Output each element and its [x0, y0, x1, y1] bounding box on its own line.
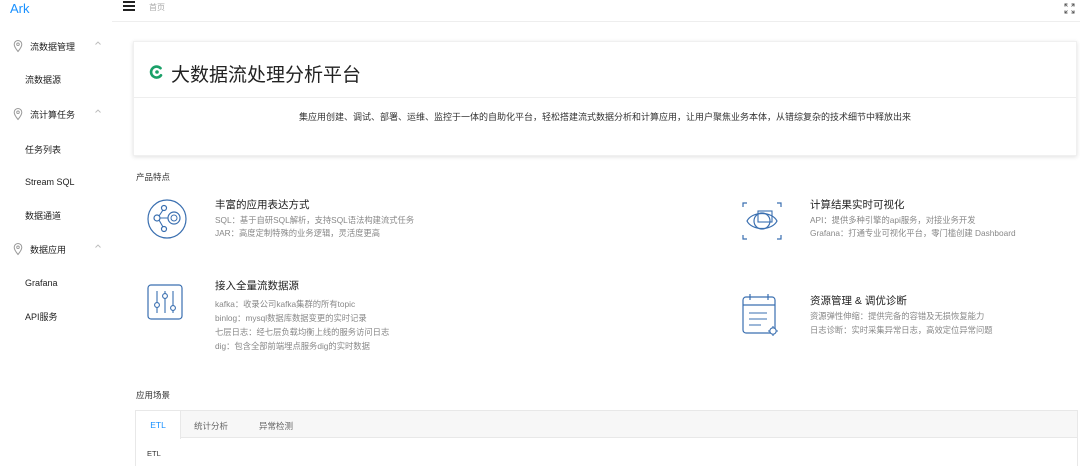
scenes-section-title: 应用场景: [136, 390, 171, 400]
location-pin-icon: [13, 242, 23, 256]
sidebar-item-api-service[interactable]: API服务: [0, 307, 112, 325]
hero-description: 集应用创建、调试、部署、运维、监控于一体的自助化平台，轻松搭建流式数据分析和计算…: [298, 112, 911, 122]
feature-line: dig：包含全部前端埋点服务dig的实时数据: [215, 341, 370, 351]
feature-resource-management: 资源管理 & 调优诊断 资源弹性伸缩：提供完备的容错及无损恢复能力 日志诊断：实…: [740, 293, 1070, 343]
calendar-gear-icon: [742, 294, 778, 336]
tab-anomaly-detection[interactable]: 异常检测: [241, 411, 311, 438]
brand-logo-icon: [149, 65, 163, 79]
feature-line: 七层日志：经七层负载均衡上线的服务访问日志: [215, 327, 390, 337]
fullscreen-icon[interactable]: [1064, 3, 1075, 14]
sidebar-group-label: 流计算任务: [30, 110, 76, 120]
sidebar-group-stream-compute[interactable]: 流计算任务: [0, 104, 112, 124]
page-title: 大数据流处理分析平台: [171, 65, 362, 86]
sidebar-group-label: 流数据管理: [30, 42, 76, 52]
sidebar-item-grafana[interactable]: Grafana: [0, 275, 112, 293]
sidebar-item-task-list[interactable]: 任务列表: [0, 140, 112, 158]
feature-title: 接入全量流数据源: [215, 280, 299, 292]
feature-data-sources: 接入全量流数据源 kafka：收录公司kafka集群的所有topic binlo…: [145, 278, 505, 358]
feature-line: kafka：收录公司kafka集群的所有topic: [215, 299, 356, 309]
feature-line: Grafana：打通专业可视化平台，零门槛创建 Dashboard: [810, 228, 1016, 238]
app-logo[interactable]: Ark: [10, 1, 30, 16]
feature-title: 资源管理 & 调优诊断: [810, 295, 907, 307]
feature-line: JAR：高度定制特殊的业务逻辑，灵活度更高: [215, 228, 381, 238]
feature-line: API：提供多种引擎的api服务，对接业务开发: [810, 215, 976, 225]
chevron-up-icon: [95, 41, 101, 45]
feature-line: 日志诊断：实时采集异常日志，高效定位异常问题: [810, 325, 993, 335]
sidebar-group-label: 数据应用: [30, 245, 67, 255]
breadcrumb[interactable]: 首页: [149, 2, 165, 13]
feature-line: SQL：基于自研SQL解析，支持SQL语法构建流式任务: [215, 215, 415, 225]
location-pin-icon: [13, 107, 23, 121]
sidebar-item-stream-source[interactable]: 流数据源: [0, 70, 112, 88]
location-pin-icon: [13, 39, 23, 53]
features-section-title: 产品特点: [136, 172, 171, 182]
tab-content: ETL: [147, 449, 161, 458]
tab-statistics[interactable]: 统计分析: [181, 411, 241, 438]
top-header: 首页: [112, 0, 1080, 22]
feature-realtime-visualization: 计算结果实时可视化 API：提供多种引擎的api服务，对接业务开发 Grafan…: [740, 197, 1070, 247]
hero-header: 大数据流处理分析平台: [134, 42, 1076, 98]
sidebar-group-data-app[interactable]: 数据应用: [0, 239, 112, 259]
visualization-icon: [742, 202, 782, 240]
share-nodes-icon: [147, 199, 187, 239]
sidebar-group-stream-data[interactable]: 流数据管理: [0, 36, 112, 56]
feature-app-expression: 丰富的应用表达方式 SQL：基于自研SQL解析，支持SQL语法构建流式任务 JA…: [145, 197, 505, 247]
sidebar: Ark 流数据管理 流数据源 流计算任务 任务列表 Stream SQL 数据通…: [0, 0, 112, 466]
feature-title: 丰富的应用表达方式: [215, 199, 310, 211]
sliders-icon: [147, 284, 183, 320]
feature-line: 资源弹性伸缩：提供完备的容错及无损恢复能力: [810, 311, 985, 321]
hero-card: 大数据流处理分析平台 集应用创建、调试、部署、运维、监控于一体的自助化平台，轻松…: [133, 41, 1077, 156]
feature-line: binlog：mysql数据库数据变更的实时记录: [215, 313, 367, 323]
tab-bar: ETL 统计分析 异常检测: [136, 411, 1077, 439]
sidebar-item-stream-sql[interactable]: Stream SQL: [0, 174, 112, 192]
scenes-panel: ETL 统计分析 异常检测 ETL: [135, 410, 1078, 466]
menu-toggle-icon[interactable]: [123, 1, 135, 11]
sidebar-item-data-channel[interactable]: 数据通道: [0, 206, 112, 224]
feature-title: 计算结果实时可视化: [810, 199, 905, 211]
tab-etl[interactable]: ETL: [136, 411, 181, 439]
chevron-up-icon: [95, 244, 101, 248]
chevron-up-icon: [95, 109, 101, 113]
